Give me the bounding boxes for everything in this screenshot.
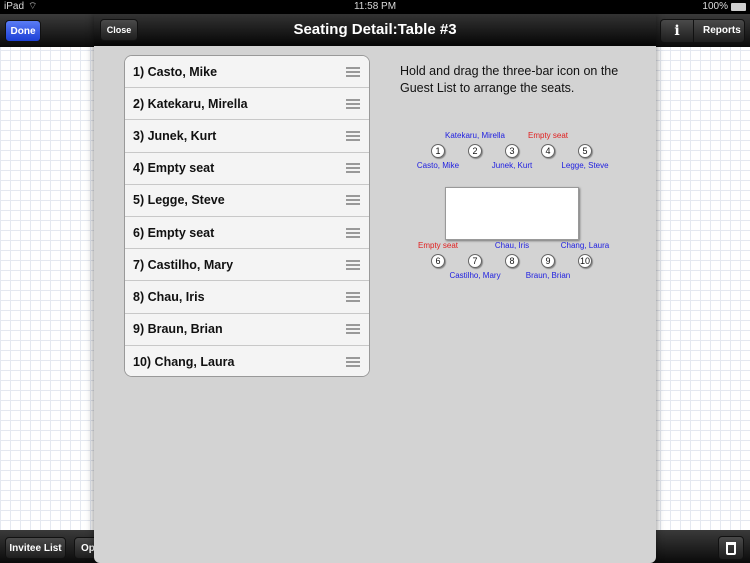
guest-name: 8) Chau, Iris [133,289,205,304]
seat-marker[interactable]: 8 [505,254,519,268]
seat-marker[interactable]: 10 [578,254,592,268]
guest-name: 9) Braun, Brian [133,322,223,337]
guest-name: 4) Empty seat [133,161,215,176]
seat-guest-name: Chau, Iris [494,241,530,250]
battery-percent: 100% [702,1,728,12]
seat-marker[interactable]: 6 [431,254,445,268]
seat-guest-name: Casto, Mike [416,161,460,170]
guest-name: 3) Junek, Kurt [133,128,217,143]
guest-row[interactable]: 3) Junek, Kurt [125,120,369,153]
guest-name: 6) Empty seat [133,225,215,240]
modal-title: Seating Detail:Table #3 [293,21,457,38]
seat-guest-name: Empty seat [417,241,459,250]
seat-marker[interactable]: 7 [468,254,482,268]
guest-row[interactable]: 2) Katekaru, Mirella [125,88,369,121]
drag-handle-icon[interactable] [346,291,360,302]
guest-row[interactable]: 8) Chau, Iris [125,281,369,314]
done-button[interactable]: Done [5,20,41,42]
guest-name: 10) Chang, Laura [133,354,235,369]
seat-guest-name: Braun, Brian [525,271,571,280]
drag-handle-icon[interactable] [346,195,360,206]
seating-detail-modal: Seating Detail:Table #3 Close 1) Casto, … [94,14,656,563]
guest-name: 7) Castilho, Mary [133,257,234,272]
modal-header: Seating Detail:Table #3 Close [94,14,656,46]
guest-row[interactable]: 5) Legge, Steve [125,184,369,217]
guest-name: 1) Casto, Mike [133,64,218,79]
seat-marker[interactable]: 4 [541,144,555,158]
instructions: Hold and drag the three-bar icon on the … [400,64,619,95]
seat-marker[interactable]: 9 [541,254,555,268]
drag-handle-icon[interactable] [346,324,360,335]
drag-handle-icon[interactable] [346,227,360,238]
guest-row[interactable]: 1) Casto, Mike [125,56,369,89]
info-reports-group: i Reports [660,19,745,43]
guest-row[interactable]: 7) Castilho, Mary [125,249,369,282]
seat-guest-name: Chang, Laura [560,241,610,250]
guest-row[interactable]: 10) Chang, Laura [125,345,369,376]
drag-handle-icon[interactable] [346,130,360,141]
seat-guest-name: Katekaru, Mirella [444,131,506,140]
seat-guest-name: Junek, Kurt [491,161,533,170]
seat-marker[interactable]: 3 [505,144,519,158]
seat-guest-name: Empty seat [527,131,569,140]
reports-button[interactable]: Reports [693,20,741,42]
guest-list: 1) Casto, Mike 2) Katekaru, Mirella 3) Jun… [124,55,370,377]
drag-handle-icon[interactable] [346,66,360,77]
seat-marker[interactable]: 1 [431,144,445,158]
seat-guest-name: Castilho, Mary [449,271,501,280]
drag-handle-icon[interactable] [346,259,360,270]
close-button[interactable]: Close [100,19,138,41]
guest-row[interactable]: 6) Empty seat [125,216,369,250]
trash-icon [726,541,736,555]
seat-marker[interactable]: 5 [578,144,592,158]
info-icon[interactable]: i [661,23,693,39]
table-shape [445,187,579,240]
seat-guest-name: Legge, Steve [561,161,609,170]
drag-handle-icon[interactable] [346,163,360,174]
trash-button[interactable] [718,536,744,560]
guest-row[interactable]: 4) Empty seat [125,152,369,185]
invitee-list-button[interactable]: Invitee List [5,537,66,559]
guest-name: 2) Katekaru, Mirella [133,96,248,111]
seat-marker[interactable]: 2 [468,144,482,158]
drag-handle-icon[interactable] [346,356,360,367]
clock: 11:58 PM [353,1,397,12]
status-bar: iPad ⌔ 11:58 PM 100% [0,0,750,14]
drag-handle-icon[interactable] [346,98,360,109]
guest-row[interactable]: 9) Braun, Brian [125,313,369,346]
guest-name: 5) Legge, Steve [133,193,225,208]
battery-icon [731,3,746,11]
